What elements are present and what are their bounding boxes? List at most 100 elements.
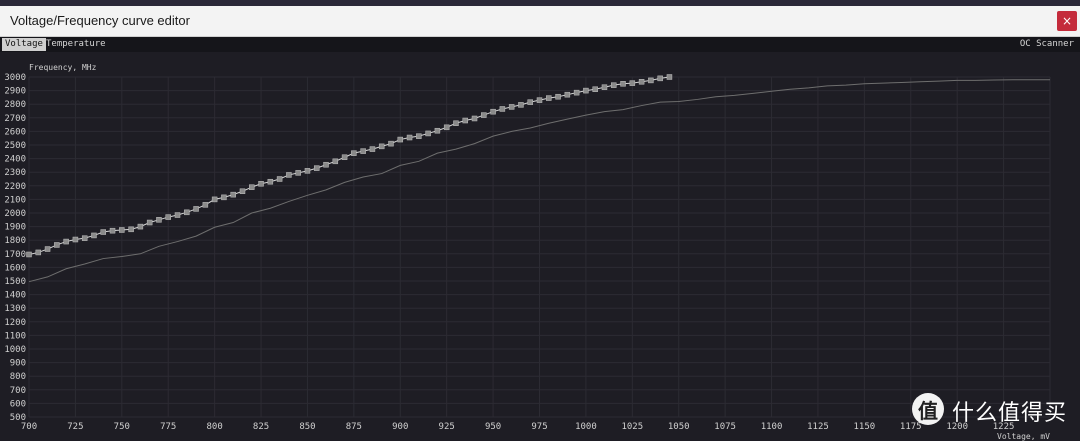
curve-point[interactable]	[360, 148, 366, 154]
curve-point[interactable]	[276, 176, 283, 182]
curve-point[interactable]	[156, 217, 162, 223]
x-tick-label: 975	[531, 422, 547, 432]
curve-point[interactable]	[221, 194, 227, 201]
y-tick-label: 1200	[4, 318, 26, 328]
curve-point[interactable]	[267, 178, 274, 185]
vf-curve-editor-window: Voltage/Frequency curve editor × Voltage…	[0, 6, 1080, 441]
y-tick-label: 2800	[4, 100, 26, 110]
curve-point[interactable]	[174, 212, 181, 218]
x-tick-label: 1000	[575, 422, 597, 432]
watermark-logo: 值	[912, 393, 944, 425]
curve-point[interactable]	[490, 108, 496, 115]
curve-point[interactable]	[193, 206, 199, 212]
close-button[interactable]: ×	[1057, 11, 1077, 31]
curve-point[interactable]	[443, 124, 450, 131]
curve-point[interactable]	[406, 134, 413, 141]
y-tick-label: 1700	[4, 250, 26, 260]
curve-point[interactable]	[109, 227, 116, 234]
curve-point[interactable]	[388, 140, 394, 147]
y-tick-label: 2000	[4, 209, 26, 219]
curve-point[interactable]	[471, 115, 478, 122]
curve-point[interactable]	[518, 102, 524, 108]
curve-point[interactable]	[620, 81, 626, 87]
curve-point[interactable]	[638, 79, 645, 85]
curve-point[interactable]	[481, 112, 487, 118]
title-bar[interactable]: Voltage/Frequency curve editor ×	[0, 6, 1080, 37]
curve-point[interactable]	[527, 99, 533, 105]
curve-point[interactable]	[369, 146, 376, 152]
edited-vf-curve-line	[28, 76, 670, 255]
curve-point[interactable]	[351, 150, 357, 156]
curve-point[interactable]	[592, 86, 598, 92]
curve-point[interactable]	[137, 223, 144, 230]
curve-point[interactable]	[323, 161, 329, 168]
curve-point[interactable]	[63, 238, 69, 245]
x-tick-label: 900	[392, 422, 408, 432]
curve-point[interactable]	[434, 127, 441, 134]
curve-point[interactable]	[72, 236, 79, 243]
curve-point[interactable]	[416, 133, 422, 139]
curve-point[interactable]	[35, 249, 42, 256]
curve-point[interactable]	[91, 232, 97, 239]
tab-temperature[interactable]: Temperature	[43, 38, 109, 51]
curve-point[interactable]	[119, 227, 125, 233]
curve-point[interactable]	[100, 229, 107, 235]
curve-point[interactable]	[425, 130, 431, 137]
vf-curve-plot-area[interactable]: 500 600 700 800 900 1000 1100 1200 1300 1400 1500 1…	[0, 53, 1080, 441]
vf-curve-chart[interactable]: 5006007008009001000110012001300140015001…	[0, 53, 1080, 441]
curve-point[interactable]	[313, 165, 320, 171]
curve-point[interactable]	[54, 242, 60, 248]
curve-point[interactable]	[648, 77, 654, 84]
curve-point[interactable]	[286, 172, 292, 178]
curve-point[interactable]	[583, 87, 589, 94]
curve-point[interactable]	[128, 226, 134, 233]
x-tick-label: 775	[160, 422, 176, 432]
curve-point[interactable]	[332, 158, 339, 165]
curve-point[interactable]	[211, 196, 218, 203]
curve-point[interactable]	[239, 188, 246, 194]
curve-point[interactable]	[657, 75, 663, 82]
watermark: 值 什么值得买	[912, 393, 1072, 427]
curve-point[interactable]	[666, 74, 673, 80]
curve-point[interactable]	[555, 93, 561, 100]
curve-point[interactable]	[536, 97, 543, 103]
tab-voltage[interactable]: Voltage	[2, 38, 46, 51]
curve-point[interactable]	[165, 214, 171, 220]
y-tick-label: 1300	[4, 304, 26, 314]
curve-point[interactable]	[230, 191, 236, 198]
x-tick-label: 825	[253, 422, 269, 432]
oc-scanner-button[interactable]: OC Scanner	[1020, 38, 1074, 51]
curve-point[interactable]	[601, 84, 608, 90]
curve-point[interactable]	[81, 235, 88, 241]
curve-point[interactable]	[341, 154, 348, 160]
x-tick-label: 800	[207, 422, 223, 432]
curve-point[interactable]	[453, 120, 459, 126]
curve-point[interactable]	[508, 104, 515, 110]
curve-point[interactable]	[184, 209, 190, 216]
curve-point[interactable]	[546, 95, 552, 101]
curve-point[interactable]	[462, 117, 468, 124]
curve-point[interactable]	[26, 251, 32, 258]
curve-point[interactable]	[499, 106, 506, 112]
curve-point[interactable]	[304, 168, 311, 174]
curve-point[interactable]	[629, 80, 636, 86]
curve-point[interactable]	[146, 219, 153, 226]
curve-point[interactable]	[295, 170, 301, 176]
curve-point[interactable]	[202, 202, 209, 208]
x-tick-label: 850	[299, 422, 315, 432]
curve-point[interactable]	[397, 136, 404, 143]
watermark-text: 什么值得买	[952, 401, 1068, 426]
curve-point[interactable]	[611, 82, 617, 88]
curve-point[interactable]	[564, 91, 571, 98]
y-tick-label: 2500	[4, 141, 26, 151]
curve-point[interactable]	[249, 184, 255, 190]
y-axis-label: Frequency, MHz	[29, 63, 97, 72]
x-axis-label: Voltage, mV	[997, 432, 1050, 441]
x-tick-label: 1125	[807, 422, 829, 432]
curve-point[interactable]	[378, 143, 385, 150]
curve-point[interactable]	[44, 246, 51, 252]
curve-point[interactable]	[573, 89, 580, 96]
curve-point[interactable]	[258, 181, 264, 187]
y-tick-label: 2400	[4, 155, 26, 165]
x-tick-label: 1150	[854, 422, 876, 432]
